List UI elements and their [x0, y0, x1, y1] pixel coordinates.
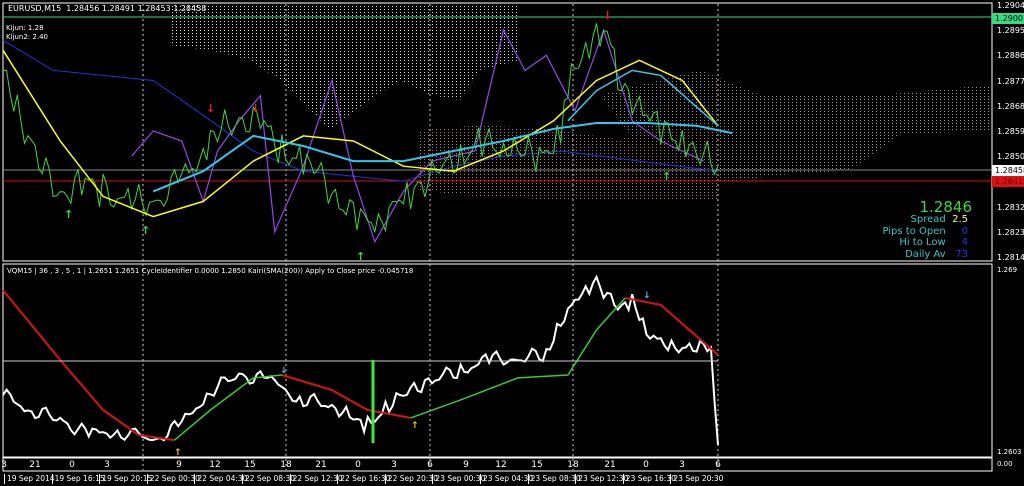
hour-tick: 18: [280, 460, 292, 470]
date-label: 23 Sep 20:30: [670, 474, 723, 484]
green-level-marker: 1.29001: [992, 13, 1024, 24]
sub-ma-green: [410, 297, 626, 419]
arrow-up-icon: ↑: [662, 170, 671, 183]
date-label: 19 Sep 20:15: [99, 474, 152, 484]
hour-tick: 21: [29, 460, 41, 470]
hour-tick: 0: [355, 460, 361, 470]
spread-row: Spread 2.5: [911, 214, 968, 225]
arrow-down-icon: ↓: [603, 9, 612, 22]
hour-tick: 15: [531, 460, 543, 470]
arrow-up-icon: ↑: [141, 224, 150, 237]
price-axis-label: 1.28500: [997, 152, 1024, 162]
pips-open-row: Pips to Open 0: [882, 226, 968, 237]
arrow-up-icon: ↑: [356, 250, 365, 263]
hour-tick: 18: [567, 460, 579, 470]
ichimoku-cloud: [170, 6, 990, 200]
arrow-down-icon: ↓: [251, 102, 260, 115]
sub-pane-header: VQM15 | 36 , 3 , 5 , 1 | 1.2651 1.2651 C…: [7, 267, 414, 275]
arrow-down-icon: ↓: [643, 291, 651, 301]
price-axis-label: 1.29040: [997, 1, 1024, 10]
date-label: 23 Sep 12:30: [575, 474, 628, 484]
date-label: 23 Sep 16:30: [622, 474, 676, 484]
hour-tick: 21: [315, 460, 327, 470]
price-axis-label: 1.28860: [997, 51, 1024, 61]
date-label: 22 Sep 16:30: [337, 474, 390, 484]
date-label: 19 Sep 16:15: [51, 474, 105, 484]
hour-tick: 3: [391, 460, 397, 470]
low-value: 1.28453: [137, 4, 171, 13]
close-value: 1.28458: [173, 4, 207, 13]
price-axis-label: 1.28770: [997, 76, 1024, 86]
sub-ma-red: [2, 289, 175, 442]
hour-tick: 0: [643, 460, 649, 470]
date-label: 23 Sep 00:30: [432, 474, 485, 484]
price-axis-label: 1.28950: [997, 26, 1024, 36]
price-axis-label: 1.28320: [997, 202, 1024, 212]
hour-tick: 15: [244, 460, 256, 470]
price-axis-label: 1.28230: [997, 227, 1024, 237]
date-label: 22 Sep 20:30: [384, 474, 438, 484]
hour-tick: 0: [69, 460, 75, 470]
indicator-line-2: Kijun2: 2.40: [6, 33, 48, 41]
hour-tick: 12: [209, 460, 221, 470]
hour-tick: 12: [495, 460, 507, 470]
sub-axis-zero: 0.00: [997, 460, 1013, 468]
hour-tick: 9: [463, 460, 469, 470]
date-label: 22 Sep 00:30: [146, 474, 200, 484]
date-label: 22 Sep 08:30: [242, 474, 295, 484]
hour-tick: 3: [679, 460, 685, 470]
chart-header: EURUSD,M15 1.28456 1.28491 1.28453 1.284…: [8, 4, 206, 13]
sub-axis-top: 1.269: [997, 266, 1018, 274]
open-value: 1.28456: [66, 4, 100, 13]
sub-axis-bottom: 1.2603: [997, 448, 1022, 456]
hour-tick: 3: [104, 460, 110, 470]
daily-label: Daily Av: [905, 249, 946, 260]
high-value: 1.28491: [101, 4, 136, 13]
pips-open-value: 0: [961, 226, 968, 237]
date-label: 22 Sep 04:30: [194, 474, 247, 484]
pips-open-label: Pips to Open: [882, 226, 946, 237]
arrow-up-icon: ↑: [174, 448, 182, 458]
bid-marker: 1.28458: [992, 165, 1024, 176]
hilo-value: 4: [961, 237, 968, 248]
hour-tick: 6: [427, 460, 433, 470]
price-axis-label: 1.28140: [997, 253, 1024, 262]
date-label: 22 Sep 12:30: [289, 474, 343, 484]
hour-tick: 3: [1, 460, 7, 470]
spread-value: 2.5: [952, 214, 968, 225]
price-axis-label: 1.28590: [997, 127, 1024, 136]
arrow-down-icon: ↓: [206, 102, 215, 115]
chart-canvas[interactable]: ↓ ↓ ↓ ↑ ↑ ↑ ↑ ↑ ↑ ↓ ↓: [0, 0, 1024, 486]
red-level-marker: 1.28418: [992, 176, 1024, 187]
arrow-up-icon: ↑: [64, 208, 73, 221]
indicator-line-1: Kijun: 1.28: [6, 24, 44, 32]
daily-row: Daily Av 73: [905, 249, 968, 260]
hour-tick: 6: [715, 460, 721, 470]
spread-label: Spread: [910, 214, 946, 225]
hour-tick: 21: [604, 460, 616, 470]
arrow-down-icon: ↓: [280, 366, 288, 376]
hilo-label: Hi to Low: [899, 237, 946, 248]
date-label: 19 Sep 2014: [4, 474, 55, 484]
sub-ma-green: [174, 374, 282, 441]
arrow-up-icon: ↑: [411, 421, 419, 431]
sub-ma-red: [281, 374, 411, 419]
date-label: 23 Sep 08:30: [527, 474, 581, 484]
daily-value: 73: [955, 249, 968, 260]
price-axis-label: 1.28680: [997, 101, 1024, 111]
hilo-row: Hi to Low 4: [899, 237, 968, 248]
date-label: 23 Sep 04:30: [480, 474, 533, 484]
hour-tick: 9: [176, 460, 182, 470]
symbol-label: EURUSD,M15: [8, 4, 62, 13]
